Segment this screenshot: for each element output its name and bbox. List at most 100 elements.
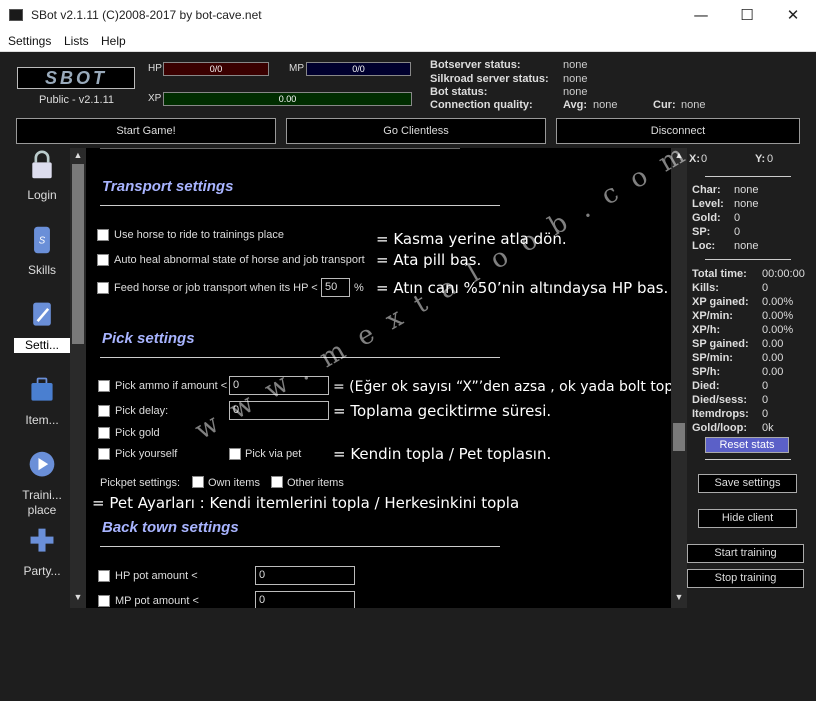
- pick-delay-input[interactable]: 0: [229, 401, 329, 420]
- pick-delay-checkbox[interactable]: [98, 405, 110, 417]
- sidebar: Login S Skills Setti... Item... Traini..…: [0, 148, 70, 608]
- own-items-checkbox[interactable]: [192, 476, 204, 488]
- feed-horse-hp-input[interactable]: 50: [321, 278, 350, 297]
- feed-horse-checkbox[interactable]: [97, 282, 109, 294]
- mp-pot-input[interactable]: 0: [255, 591, 355, 608]
- menu-lists[interactable]: Lists: [64, 34, 89, 48]
- start-training-button[interactable]: Start training: [687, 544, 804, 563]
- sidebar-label-login: Login: [27, 188, 57, 202]
- scroll-up-arrow[interactable]: ▲: [72, 150, 84, 160]
- start-game-button[interactable]: Start Game!: [16, 118, 276, 144]
- xp-label: XP: [148, 93, 162, 104]
- pick-gold-checkbox[interactable]: [98, 427, 110, 439]
- stat-value: 0: [762, 282, 769, 294]
- pick-ammo-checkbox[interactable]: [98, 380, 110, 392]
- bot-status-value: none: [563, 86, 588, 98]
- pick-yourself-checkbox[interactable]: [98, 448, 110, 460]
- avg-value: none: [593, 99, 618, 111]
- pick-ammo-label: Pick ammo if amount <: [115, 380, 228, 392]
- reset-stats-button[interactable]: Reset stats: [705, 437, 789, 453]
- hide-client-button[interactable]: Hide client: [698, 509, 797, 528]
- mp-pot-checkbox[interactable]: [98, 595, 110, 607]
- disconnect-button[interactable]: Disconnect: [556, 118, 800, 144]
- stat-value: 0.00%: [762, 296, 794, 308]
- scroll-down-arrow[interactable]: ▼: [72, 592, 84, 602]
- use-horse-checkbox[interactable]: [97, 229, 109, 241]
- silkroad-status-value: none: [563, 73, 588, 85]
- stat-value: 0.00%: [762, 324, 794, 336]
- hp-pot-input[interactable]: 0: [255, 566, 355, 585]
- stat-value: 0.00: [762, 338, 784, 350]
- sidebar-item-skills[interactable]: S Skills: [10, 225, 74, 278]
- note-pick-pet: = Kendin topla / Pet toplasın.: [333, 445, 552, 463]
- stat-value: 0k: [762, 422, 774, 434]
- title-bar: SBot v2.1.11 (C)2008-2017 by bot-cave.ne…: [0, 0, 816, 31]
- settings-icon: [33, 302, 51, 326]
- sidebar-item-items[interactable]: Item...: [10, 375, 74, 428]
- stat-value: 0.00: [762, 366, 784, 378]
- stat-value: 00:00:00: [762, 268, 805, 280]
- go-clientless-button[interactable]: Go Clientless: [286, 118, 546, 144]
- level-label: Level:: [692, 198, 724, 210]
- char-label: Char:: [692, 184, 721, 196]
- menu-help[interactable]: Help: [101, 34, 126, 48]
- pick-ammo-input[interactable]: 0: [229, 376, 329, 395]
- panel-scroll-thumb[interactable]: [673, 423, 685, 451]
- sbot-logo: SBOT: [17, 67, 135, 89]
- stats-divider: [705, 459, 791, 460]
- transport-settings-title: Transport settings: [102, 178, 234, 195]
- minimize-button[interactable]: —: [678, 0, 724, 31]
- close-button[interactable]: ✕: [770, 0, 816, 31]
- silkroad-status-label: Silkroad server status:: [430, 73, 549, 85]
- auto-heal-checkbox[interactable]: [97, 254, 109, 266]
- scroll-thumb[interactable]: [72, 164, 84, 344]
- menu-bar: Settings Lists Help: [0, 31, 816, 52]
- svg-text:S: S: [39, 236, 46, 247]
- sidebar-item-party[interactable]: Party...: [10, 526, 74, 579]
- maximize-button[interactable]: ☐: [724, 0, 770, 31]
- note-pickpet: = Pet Ayarları : Kendi itemlerini topla …: [92, 494, 520, 512]
- mp-pot-label: MP pot amount <: [115, 595, 199, 607]
- pick-yourself-label: Pick yourself: [115, 448, 178, 460]
- window-title: SBot v2.1.11 (C)2008-2017 by bot-cave.ne…: [31, 8, 262, 22]
- avg-label: Avg:: [563, 99, 588, 111]
- hp-pot-checkbox[interactable]: [98, 570, 110, 582]
- sidebar-item-training-place[interactable]: Traini... place: [10, 450, 74, 518]
- stat-label: Died:: [692, 380, 720, 392]
- y-label: Y:: [755, 153, 766, 165]
- gold-value: 0: [734, 212, 741, 224]
- auto-heal-label: Auto heal abnormal state of horse and jo…: [114, 254, 365, 266]
- sidebar-scrollbar[interactable]: ▲ ▼: [70, 148, 86, 608]
- other-items-checkbox[interactable]: [271, 476, 283, 488]
- pick-via-pet-label: Pick via pet: [245, 448, 302, 460]
- transport-divider: [100, 205, 500, 206]
- stat-label: SP/min:: [692, 352, 733, 364]
- pickpet-settings-label: Pickpet settings:: [100, 477, 181, 489]
- hp-label: HP: [148, 63, 162, 74]
- stat-value: 0.00: [762, 352, 784, 364]
- sidebar-label-skills: Skills: [27, 263, 56, 277]
- x-value: 0: [701, 153, 708, 165]
- feed-horse-label: Feed horse or job transport when its HP …: [114, 282, 318, 294]
- sidebar-label-items: Item...: [25, 413, 59, 427]
- save-settings-button[interactable]: Save settings: [698, 474, 797, 493]
- botserver-status-value: none: [563, 59, 588, 71]
- pick-via-pet-checkbox[interactable]: [229, 448, 241, 460]
- sidebar-item-settings[interactable]: Setti...: [10, 300, 74, 353]
- sp-value: 0: [734, 226, 741, 238]
- plus-icon: [30, 528, 54, 552]
- back-town-divider: [100, 546, 500, 547]
- menu-settings[interactable]: Settings: [8, 34, 51, 48]
- stat-label: Gold/loop:: [692, 422, 747, 434]
- pick-settings-title: Pick settings: [102, 330, 195, 347]
- panel-scroll-down-arrow[interactable]: ▼: [673, 592, 685, 602]
- own-items-label: Own items: [208, 477, 260, 489]
- panel-scrollbar[interactable]: ▲ ▼: [671, 148, 687, 608]
- stat-label: XP/min:: [692, 310, 733, 322]
- note-use-horse: = Kasma yerine atla dön.: [376, 230, 567, 248]
- stop-training-button[interactable]: Stop training: [687, 569, 804, 588]
- lock-icon: [32, 150, 52, 179]
- stat-label: SP/h:: [692, 366, 721, 378]
- sidebar-item-login[interactable]: Login: [10, 150, 74, 203]
- panel-scroll-up-arrow[interactable]: ▲: [673, 150, 685, 160]
